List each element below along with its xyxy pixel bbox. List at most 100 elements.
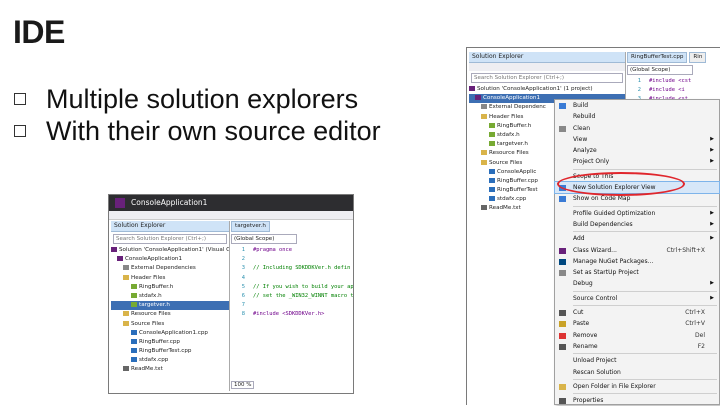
file-icon	[469, 86, 475, 91]
menu-item[interactable]: Properties	[555, 395, 719, 406]
tree-item[interactable]: Solution 'ConsoleApplication1' (Visual C…	[111, 246, 229, 255]
visual-studio-logo-icon	[115, 198, 125, 208]
file-icon	[489, 196, 495, 202]
code-line[interactable]: 4	[231, 274, 353, 283]
square-bullet-icon	[14, 93, 26, 105]
tree-item[interactable]: Source Files	[111, 320, 229, 329]
code-line[interactable]: 8 #include <SDKDDKVer.h>	[231, 310, 353, 319]
tree-item[interactable]: stdafx.h	[111, 292, 229, 301]
menu-item[interactable]: Class Wizard... Ctrl+Shift+X	[555, 245, 719, 256]
code-line[interactable]: 2	[231, 255, 353, 264]
menu-item[interactable]: Cut Ctrl+X	[555, 307, 719, 318]
tree-item-label: RingBuffer.cpp	[497, 177, 538, 184]
tree-item[interactable]: ConsoleApplication1	[111, 255, 229, 264]
bullet-item: With their own source editor	[14, 116, 381, 146]
line-number: 2	[637, 87, 641, 94]
code-line[interactable]: 3 // Including SDKDDKVer.h defin	[231, 264, 353, 273]
file-icon	[111, 247, 117, 252]
menu-item[interactable]: Profile Guided Optimization ▶	[555, 208, 719, 219]
menu-item[interactable]: Source Control ▶	[555, 293, 719, 304]
scope-dropdown[interactable]: (Global Scope)	[627, 65, 693, 75]
tree-item-label: Resource Files	[489, 150, 529, 157]
file-icon	[131, 357, 137, 363]
code-line[interactable]: 5 // If you wish to build your ap	[231, 283, 353, 292]
tab-file[interactable]: RingBufferTest.cpp	[627, 52, 688, 63]
bullet-list: Multiple solution explorers With their o…	[14, 84, 381, 148]
tree-item[interactable]: RingBuffer.cpp	[111, 338, 229, 347]
menu-item[interactable]: Paste Ctrl+V	[555, 318, 719, 329]
zoom-level[interactable]: 100 %	[231, 381, 255, 389]
menu-separator	[573, 378, 717, 380]
source-editor-pane: targetver.h (Global Scope) 1 #pragma once…	[231, 221, 353, 391]
file-icon	[131, 348, 137, 354]
menu-item[interactable]: Manage NuGet Packages...	[555, 256, 719, 267]
file-icon	[489, 177, 495, 183]
file-icon	[123, 320, 129, 326]
tree-item[interactable]: External Dependencies	[111, 264, 229, 273]
menu-item[interactable]: Unload Project	[555, 355, 719, 366]
tree-item-label: Source Files	[489, 159, 523, 166]
file-icon	[481, 205, 487, 211]
file-icon	[131, 302, 137, 308]
code-line[interactable]: 2 #include <i	[627, 86, 720, 95]
submenu-arrow-icon: ▶	[710, 280, 714, 287]
code-line[interactable]: 7	[231, 301, 353, 310]
menu-item[interactable]: Open Folder in File Explorer	[555, 381, 719, 392]
menu-item-label: Class Wizard...	[573, 246, 617, 254]
code-line[interactable]: 6 // set the _WIN32_WINNT macro t	[231, 292, 353, 301]
menu-item[interactable]: Remove Del	[555, 330, 719, 341]
slide-title: IDE	[13, 14, 65, 50]
menu-item[interactable]: Project Only ▶	[555, 156, 719, 167]
tab-file[interactable]: targetver.h	[231, 221, 270, 232]
file-icon	[131, 292, 137, 298]
menu-separator	[573, 305, 717, 307]
menu-item[interactable]: Debug ▶	[555, 278, 719, 289]
solution-explorer-pane: Solution Explorer Search Solution Explor…	[111, 221, 230, 391]
file-icon	[131, 338, 137, 344]
menu-separator	[573, 231, 717, 233]
tree-item[interactable]: stdafx.cpp	[111, 356, 229, 365]
menu-separator	[573, 205, 717, 207]
menu-item[interactable]: Build Dependencies ▶	[555, 219, 719, 230]
tree-item-label: ConsoleApplic	[497, 168, 537, 175]
tree-item[interactable]: targetver.h	[111, 301, 229, 311]
menu-item-icon	[559, 258, 566, 265]
menu-item[interactable]: View ▶	[555, 134, 719, 145]
code-line[interactable]: 1 #pragma once	[231, 246, 353, 255]
menu-item-label: Paste	[573, 320, 590, 328]
tree-item[interactable]: RingBufferTest.cpp	[111, 347, 229, 356]
line-number: 3	[241, 265, 245, 272]
menu-item[interactable]: Build	[555, 100, 719, 111]
menu-item[interactable]: Rebuild	[555, 111, 719, 122]
menu-item[interactable]: Analyze ▶	[555, 145, 719, 156]
highlight-ellipse	[557, 172, 685, 196]
tree-item-label: ConsoleApplication1	[125, 256, 183, 263]
tree-item[interactable]: Solution 'ConsoleApplication1' (1 projec…	[469, 85, 625, 94]
submenu-arrow-icon: ▶	[710, 235, 714, 242]
menu-item-shortcut: Ctrl+Shift+X	[666, 246, 705, 254]
code-text: // Including SDKDDKVer.h defin	[253, 265, 351, 272]
code-text: #include <cst	[649, 78, 692, 84]
file-icon	[475, 95, 481, 101]
search-input[interactable]: Search Solution Explorer (Ctrl+;)	[471, 73, 623, 83]
tree-item[interactable]: ReadMe.txt	[111, 365, 229, 374]
search-input[interactable]: Search Solution Explorer (Ctrl+;)	[113, 234, 227, 244]
menu-item[interactable]: Rescan Solution	[555, 367, 719, 378]
code-area[interactable]: 1 #pragma once 2 3 // Including SDKDDKVer.h …	[231, 246, 353, 320]
tab-file-2[interactable]: Rin	[689, 52, 707, 63]
menu-item[interactable]: Clean	[555, 123, 719, 134]
tree-item[interactable]: Resource Files	[111, 310, 229, 319]
menu-item-label: Build Dependencies	[573, 220, 633, 228]
code-line[interactable]: 1 #include <cst	[627, 77, 720, 86]
menu-item-label: Profile Guided Optimization	[573, 209, 656, 217]
menu-item[interactable]: Rename F2	[555, 341, 719, 352]
menu-item[interactable]: Add ▶	[555, 233, 719, 244]
scope-dropdown[interactable]: (Global Scope)	[231, 234, 297, 244]
bullet-text: With their own source editor	[46, 115, 381, 146]
menu-item-icon	[559, 310, 566, 317]
tree-item-label: Solution 'ConsoleApplication1' (1 projec…	[477, 86, 593, 92]
tree-item[interactable]: ConsoleApplication1.cpp	[111, 329, 229, 338]
tree-item[interactable]: RingBuffer.h	[111, 283, 229, 292]
tree-item[interactable]: Header Files	[111, 274, 229, 283]
menu-item[interactable]: Set as StartUp Project	[555, 267, 719, 278]
